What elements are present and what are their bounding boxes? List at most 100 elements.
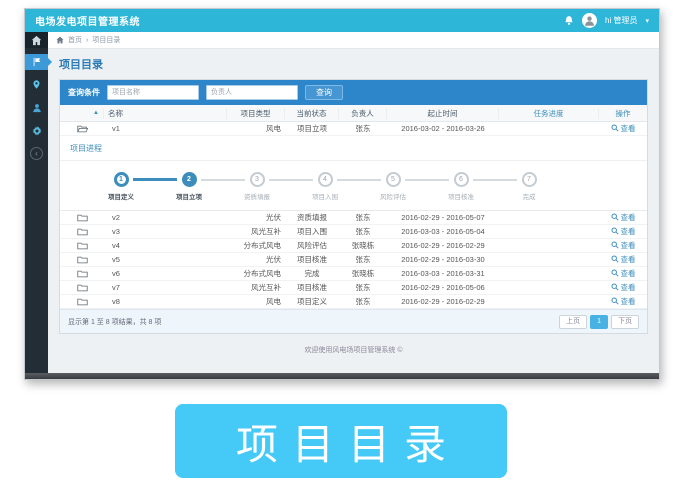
- project-status-cell: 项目立项: [285, 123, 339, 134]
- folder-icon[interactable]: [77, 255, 88, 264]
- flag-icon: [32, 57, 42, 67]
- view-link[interactable]: 查看: [611, 226, 636, 237]
- expanded-detail: 项目进程 1 项目定义 2 项目立项 3 资质填报 4 项目入围 5 风险评估 …: [60, 136, 647, 211]
- bell-icon[interactable]: [564, 15, 574, 26]
- project-type-cell: 分布式风电: [227, 240, 285, 251]
- folder-icon[interactable]: [77, 227, 88, 236]
- view-link[interactable]: 查看: [611, 240, 636, 251]
- project-name-cell: v5: [104, 255, 227, 264]
- page-title: 项目目录: [59, 56, 648, 72]
- magnifier-icon: [611, 255, 619, 263]
- sidebar-item-users[interactable]: [25, 99, 48, 116]
- column-header-action: 操作: [599, 108, 647, 119]
- column-header-type[interactable]: 项目类型: [227, 108, 285, 119]
- table-row[interactable]: v8 风电 项目定义 张东 2016-02-29 - 2016-02-29 14…: [60, 295, 647, 309]
- magnifier-icon: [611, 241, 619, 249]
- project-dates-cell: 2016-02-29 - 2016-02-29: [387, 297, 499, 306]
- project-owner-cell: 张东: [339, 212, 387, 223]
- project-dates-cell: 2016-03-03 - 2016-03-31: [387, 269, 499, 278]
- step-label: 项目核准: [448, 191, 474, 201]
- project-type-cell: 光伏: [227, 254, 285, 265]
- expand-column-header[interactable]: ▲: [60, 108, 104, 119]
- filter-label: 查询条件: [68, 87, 100, 98]
- table-footer: 显示第 1 至 8 项结果，共 8 项 上页 1 下页: [60, 309, 647, 333]
- app-title: 电场发电项目管理系统: [25, 13, 140, 28]
- project-name-input[interactable]: [107, 85, 199, 100]
- table-row[interactable]: v1 风电 项目立项 张东 2016-03-02 - 2016-03-26 29…: [60, 122, 647, 136]
- column-header-owner[interactable]: 负责人: [339, 108, 387, 119]
- magnifier-icon: [611, 124, 619, 132]
- stepper-step: 4 项目入围: [300, 172, 350, 201]
- step-label: 风险评估: [380, 191, 406, 201]
- step-circle: 2: [182, 172, 197, 187]
- step-circle: 4: [318, 172, 333, 187]
- page-1-button[interactable]: 1: [590, 315, 608, 329]
- window-bottom-strip: [25, 373, 659, 379]
- step-label: 项目立项: [176, 191, 202, 201]
- top-bar: 电场发电项目管理系统 hi 管理员 ▾: [25, 9, 659, 32]
- view-link[interactable]: 查看: [611, 282, 636, 293]
- home-icon[interactable]: [56, 36, 64, 44]
- sidebar-item-settings[interactable]: [25, 122, 48, 139]
- view-link[interactable]: 查看: [611, 296, 636, 307]
- user-menu-label[interactable]: hi 管理员: [605, 15, 637, 26]
- folder-icon[interactable]: [77, 213, 88, 222]
- filter-bar: 查询条件 查询: [60, 80, 647, 105]
- gear-icon: [32, 126, 42, 136]
- project-status-cell: 风险评估: [285, 240, 339, 251]
- project-owner-cell: 张东: [339, 282, 387, 293]
- view-link[interactable]: 查看: [611, 268, 636, 279]
- breadcrumb-home[interactable]: 首页: [68, 35, 82, 45]
- folder-icon[interactable]: [77, 269, 88, 278]
- search-button[interactable]: 查询: [305, 85, 343, 100]
- project-name-cell: v8: [104, 297, 227, 306]
- column-header-name[interactable]: 名称: [104, 108, 227, 119]
- project-type-cell: 风电: [227, 296, 285, 307]
- owner-input[interactable]: [206, 85, 298, 100]
- process-stepper: 1 项目定义 2 项目立项 3 资质填报 4 项目入围 5 风险评估 6 项目核…: [70, 172, 637, 201]
- stepper-step: 6 项目核准: [436, 172, 486, 201]
- sidebar-item-projects[interactable]: [25, 54, 48, 70]
- table-header: ▲ 名称 项目类型 当前状态 负责人 起止时间 任务进度 操作: [60, 105, 647, 122]
- table-row[interactable]: v2 光伏 资质填报 张东 2016-02-29 - 2016-05-07 32…: [60, 211, 647, 225]
- table-row[interactable]: v4 分布式风电 风险评估 张晓栋 2016-02-29 - 2016-02-2…: [60, 239, 647, 253]
- prev-page-button[interactable]: 上页: [559, 315, 587, 329]
- sidebar-item-home[interactable]: [25, 32, 48, 48]
- breadcrumb: 首页 › 项目目录: [48, 32, 659, 49]
- magnifier-icon: [611, 227, 619, 235]
- folder-open-icon[interactable]: [77, 124, 88, 133]
- process-label[interactable]: 项目进程: [70, 143, 637, 154]
- folder-icon[interactable]: [77, 283, 88, 292]
- project-owner-cell: 张晓栋: [339, 240, 387, 251]
- sidebar-item-map[interactable]: [25, 76, 48, 93]
- folder-icon[interactable]: [77, 241, 88, 250]
- stepper-step: 1 项目定义: [96, 172, 146, 201]
- folder-icon[interactable]: [77, 297, 88, 306]
- project-name-cell: v4: [104, 241, 227, 250]
- table-row[interactable]: v3 风光互补 项目入围 张东 2016-03-03 - 2016-05-04 …: [60, 225, 647, 239]
- project-dates-cell: 2016-02-29 - 2016-03-30: [387, 255, 499, 264]
- column-header-progress[interactable]: 任务进度: [499, 108, 599, 119]
- step-label: 资质填报: [244, 191, 270, 201]
- avatar[interactable]: [582, 13, 597, 28]
- project-owner-cell: 张东: [339, 254, 387, 265]
- stepper-step: 3 资质填报: [232, 172, 282, 201]
- project-owner-cell: 张东: [339, 226, 387, 237]
- column-header-status[interactable]: 当前状态: [285, 108, 339, 119]
- stepper-step: 2 项目立项: [164, 172, 214, 201]
- collapse-icon[interactable]: ‹: [30, 147, 43, 160]
- view-link[interactable]: 查看: [611, 123, 636, 134]
- sort-asc-icon[interactable]: ▲: [93, 108, 99, 119]
- table-row[interactable]: v5 光伏 项目核准 张东 2016-02-29 - 2016-03-30 86…: [60, 253, 647, 267]
- chevron-down-icon: ▾: [645, 17, 649, 25]
- step-label: 项目定义: [108, 191, 134, 201]
- column-header-dates[interactable]: 起止时间: [387, 108, 499, 119]
- step-circle: 7: [522, 172, 537, 187]
- view-link[interactable]: 查看: [611, 212, 636, 223]
- table-row[interactable]: v7 风光互补 项目核准 张东 2016-02-29 - 2016-05-06 …: [60, 281, 647, 295]
- table-row[interactable]: v6 分布式风电 完成 张晓栋 2016-03-03 - 2016-03-31 …: [60, 267, 647, 281]
- next-page-button[interactable]: 下页: [611, 315, 639, 329]
- project-dates-cell: 2016-02-29 - 2016-05-07: [387, 213, 499, 222]
- caption-text: 项目目录: [222, 411, 460, 472]
- view-link[interactable]: 查看: [611, 254, 636, 265]
